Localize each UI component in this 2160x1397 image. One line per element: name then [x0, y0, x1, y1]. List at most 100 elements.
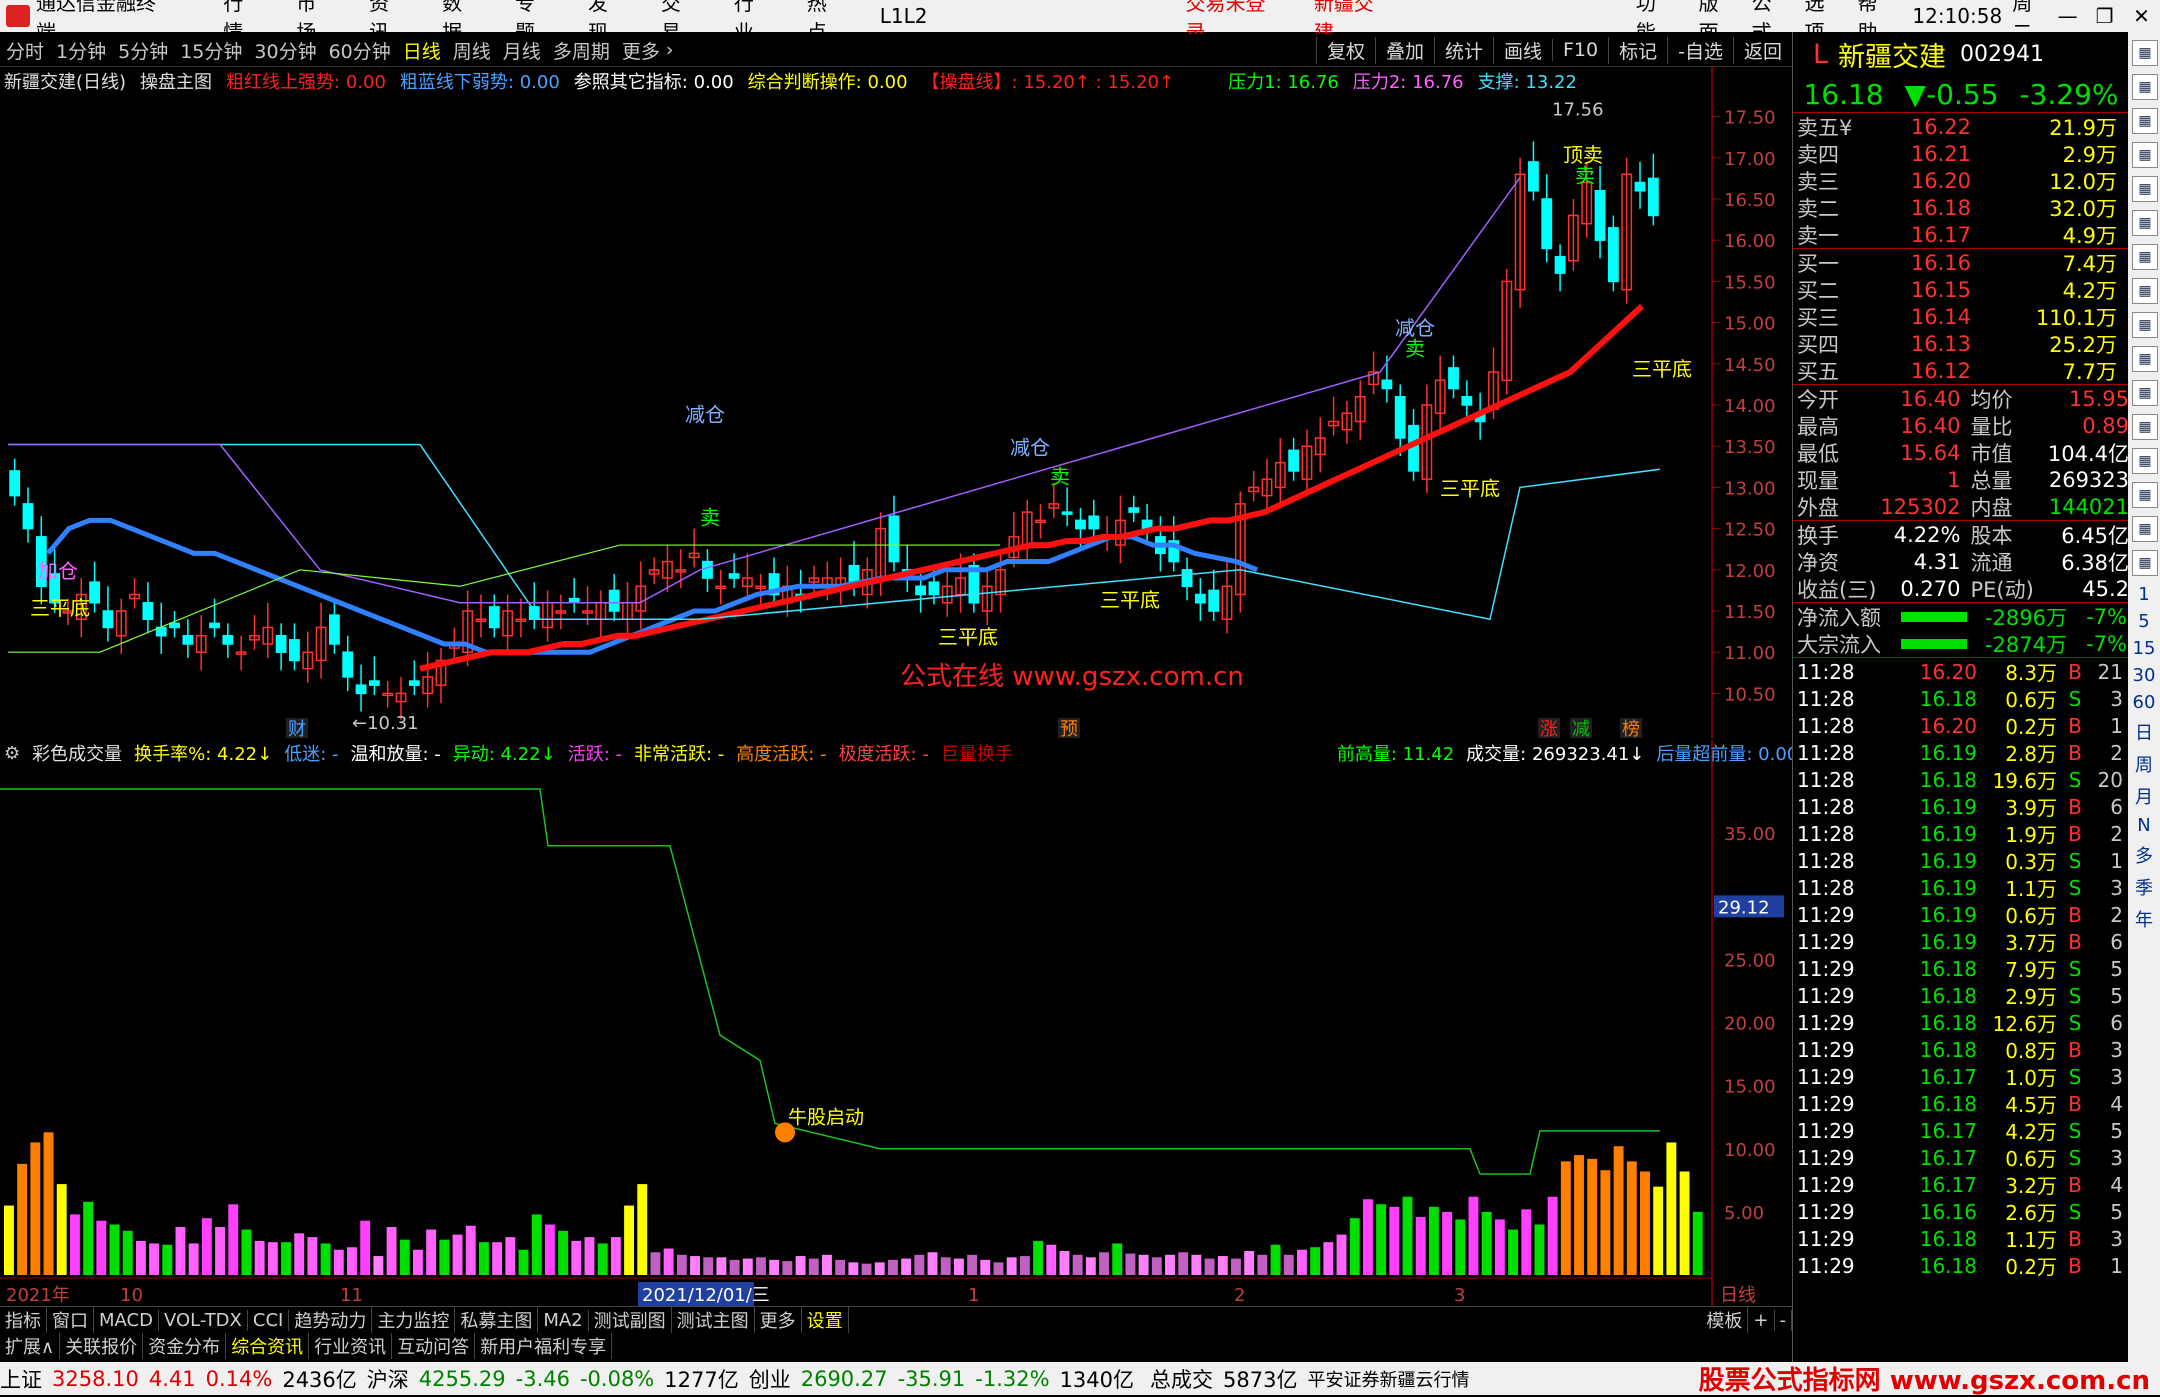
toolbar-tool-icon[interactable]: ▦ [2132, 108, 2158, 134]
period-tab-30min[interactable]: 30分钟 [254, 37, 316, 64]
volume-bar [188, 1243, 199, 1275]
period-tab-multi[interactable]: 多周期 [553, 37, 610, 64]
period-tab-1min[interactable]: 1分钟 [56, 37, 106, 64]
toolbar-tool-icon[interactable]: ▦ [2132, 278, 2158, 304]
tick-direction: S [2068, 686, 2082, 711]
toolbar-tool-icon[interactable]: ▦ [2132, 380, 2158, 406]
toolbar-tool-icon[interactable]: ▦ [2132, 210, 2158, 236]
toolbar-tool-icon[interactable]: ▦ [2132, 244, 2158, 270]
period-shortcut[interactable]: 月 [2128, 783, 2160, 809]
toolbar-tool-icon[interactable]: ▦ [2132, 482, 2158, 508]
tab-macd[interactable]: MACD [94, 1309, 159, 1331]
tab-window[interactable]: 窗口 [47, 1307, 94, 1333]
period-tab-15min[interactable]: 15分钟 [180, 37, 242, 64]
tab-industry-info[interactable]: 行业资讯 [309, 1333, 393, 1359]
period-shortcut[interactable]: 30 [2128, 665, 2160, 686]
vol-legend: ⚙ 彩色成交量 换手率%: 4.22↓ 低迷: - 温和放量: - 异动: 4.… [4, 740, 1828, 766]
tick-list[interactable]: 11:28 16.20 8.3万 B 21 11:28 16.18 0.6万 S 3 11:28 16… [1793, 658, 2129, 1280]
vol-legend-title[interactable]: 彩色成交量 [32, 740, 122, 766]
tab-new-user[interactable]: 新用户福利专享 [475, 1333, 613, 1359]
overlay-button[interactable]: 叠加 [1374, 36, 1434, 64]
period-tab-daily[interactable]: 日线 [403, 37, 441, 64]
tab-related-quotes[interactable]: 关联报价 [60, 1333, 144, 1359]
tab-test-main[interactable]: 测试主图 [672, 1307, 755, 1333]
chevron-right-icon[interactable]: › [666, 39, 674, 61]
period-shortcut[interactable]: 多 [2128, 842, 2160, 868]
volume-bar [1402, 1196, 1413, 1275]
ask-volume: 32.0万 [2049, 196, 2117, 221]
volume-bar [624, 1205, 635, 1275]
tab-indicator[interactable]: 指标 [0, 1307, 47, 1333]
tab-main-monitor[interactable]: 主力监控 [372, 1307, 456, 1333]
candle-body [888, 515, 900, 563]
gear-icon[interactable]: ⚙ [4, 743, 20, 764]
period-tab-weekly[interactable]: 周线 [453, 37, 491, 64]
tab-test-sub[interactable]: 测试副图 [589, 1307, 672, 1333]
f10-button[interactable]: F10 [1552, 39, 1608, 61]
period-tab-more[interactable]: 更多 [622, 37, 660, 64]
mark-button[interactable]: 标记 [1608, 36, 1667, 64]
period-tab-timeshare[interactable]: 分时 [6, 37, 44, 64]
tab-private-main[interactable]: 私募主图 [455, 1307, 539, 1333]
volume-chart-panel[interactable]: ⚙ 彩色成交量 换手率%: 4.22↓ 低迷: - 温和放量: - 异动: 4.… [0, 737, 1828, 1306]
period-tab-60min[interactable]: 60分钟 [329, 37, 391, 64]
tab-remove[interactable]: - [1775, 1309, 1792, 1331]
volume-bar [1033, 1240, 1044, 1275]
main-legend-formula[interactable]: 操盘主图 [140, 68, 212, 94]
period-shortcut[interactable]: 年 [2128, 906, 2160, 932]
draw-line-button[interactable]: 画线 [1492, 36, 1552, 64]
index-amount: 1340亿 [1059, 1367, 1135, 1392]
maximize-icon[interactable]: ❐ [2086, 4, 2123, 28]
statistics-button[interactable]: 统计 [1433, 36, 1493, 64]
period-tab-monthly[interactable]: 月线 [503, 37, 541, 64]
bid-row: 买三 16.14 110.1万 [1793, 303, 2129, 330]
tab-add[interactable]: + [1748, 1309, 1775, 1331]
toolbar-tool-icon[interactable]: ▦ [2132, 550, 2158, 576]
candlestick-chart[interactable]: 10.50 11.00 11.50 12.00 12.50 13.00 13.50 14.00… [0, 66, 1792, 740]
toolbar-tool-icon[interactable]: ▦ [2132, 176, 2158, 202]
back-button[interactable]: 返回 [1732, 36, 1792, 64]
tab-vol-tdx[interactable]: VOL-TDX [159, 1309, 248, 1331]
tab-qa[interactable]: 互动问答 [392, 1333, 476, 1359]
period-shortcut[interactable]: 周 [2128, 751, 2160, 777]
toolbar-tool-icon[interactable]: ▦ [2132, 142, 2158, 168]
period-shortcut[interactable]: 60 [2128, 692, 2160, 713]
toolbar-tool-icon[interactable]: ▦ [2132, 74, 2158, 100]
ask-label: 卖五¥ [1797, 115, 1853, 140]
period-shortcut[interactable]: 5 [2128, 611, 2160, 632]
tab-settings[interactable]: 设置 [802, 1307, 849, 1333]
tab-fund-distribution[interactable]: 资金分布 [143, 1333, 227, 1359]
main-chart-panel[interactable]: 新疆交建(日线) 操盘主图 粗红线上强势: 0.00 粗蓝线下弱势: 0.00 … [0, 66, 1792, 740]
tab-trend-power[interactable]: 趋势动力 [289, 1307, 373, 1333]
period-shortcut[interactable]: 1 [2128, 584, 2160, 605]
toolbar-tool-icon[interactable]: ▦ [2132, 448, 2158, 474]
tab-expand[interactable]: 扩展∧ [0, 1333, 61, 1359]
tick-direction: S [2068, 1118, 2082, 1143]
time-axis-label: 日线 [1720, 1285, 1756, 1306]
period-shortcut[interactable]: 日 [2128, 719, 2160, 745]
close-icon[interactable]: ✕ [2123, 4, 2160, 28]
toolbar-tool-icon[interactable]: ▦ [2132, 40, 2158, 66]
flow-pct: -7% [2086, 631, 2127, 656]
tab-cci[interactable]: CCI [248, 1309, 290, 1331]
toolbar-tool-icon[interactable]: ▦ [2132, 414, 2158, 440]
tab-general-info[interactable]: 综合资讯 [226, 1333, 310, 1359]
toolbar-tool-icon[interactable]: ▦ [2132, 312, 2158, 338]
stat-value: 6.45亿 [2061, 523, 2129, 548]
period-tab-5min[interactable]: 5分钟 [118, 37, 168, 64]
tab-ma2[interactable]: MA2 [538, 1309, 589, 1331]
period-shortcut[interactable]: 15 [2128, 638, 2160, 659]
period-shortcut[interactable]: 季 [2128, 874, 2160, 900]
candle-body [1647, 177, 1659, 217]
menu-item-l1l2[interactable]: L1L2 [880, 4, 928, 28]
period-shortcut[interactable]: N [2128, 815, 2160, 836]
minimize-icon[interactable]: — [2049, 4, 2086, 28]
remove-watchlist-button[interactable]: -自选 [1667, 36, 1733, 64]
volume-bar-chart[interactable]: 5.00 10.00 15.00 20.00 25.00 29.12 35.00 牛股启动 20… [0, 737, 1792, 1306]
tick-price: 16.19 [1919, 794, 1977, 819]
restore-rights-button[interactable]: 复权 [1315, 36, 1375, 64]
tab-template[interactable]: 模板 [1701, 1307, 1749, 1333]
toolbar-tool-icon[interactable]: ▦ [2132, 516, 2158, 542]
tab-more[interactable]: 更多 [755, 1307, 802, 1333]
toolbar-tool-icon[interactable]: ▦ [2132, 346, 2158, 372]
